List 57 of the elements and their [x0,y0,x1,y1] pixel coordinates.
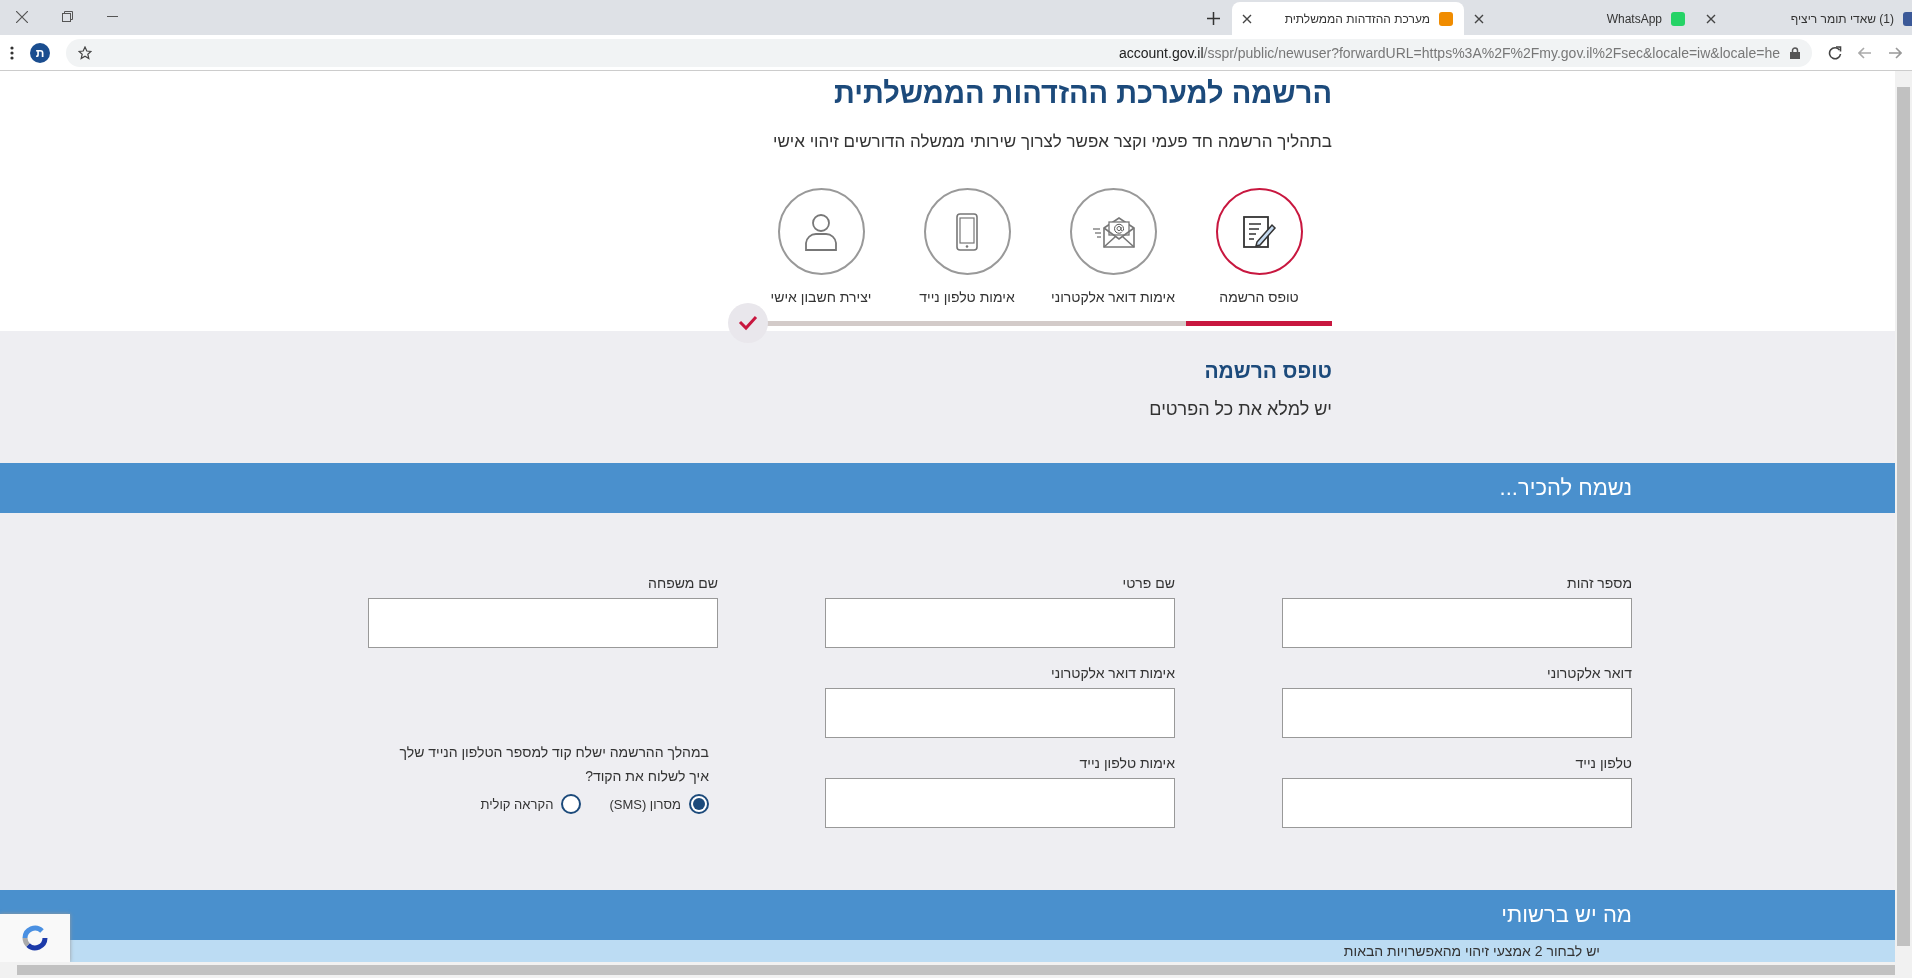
section-title: מה יש ברשותי [1501,902,1632,928]
document-pencil-icon [1241,213,1277,250]
profile-avatar[interactable]: ת [30,42,50,63]
page-title: הרשמה למערכת ההזדהות הממשלתית [834,77,1332,110]
step-label: אימות טלפון נייד [919,289,1015,305]
close-icon[interactable] [1706,13,1716,24]
lock-icon [1790,46,1800,59]
section-title: נשמח להכיר... [1499,475,1632,501]
form-subtitle: יש למלא את כל הפרטים [1149,399,1332,420]
new-tab-icon[interactable] [1207,12,1220,25]
close-icon[interactable] [1474,13,1484,24]
form-title: טופס הרשמה [1203,359,1332,383]
favicon-icon [1438,10,1454,27]
star-icon[interactable] [78,45,92,60]
close-icon[interactable] [1242,13,1252,24]
step-label: אימות דואר אלקטרוני [1051,289,1175,305]
menu-icon[interactable] [10,45,14,60]
radio-label: מסרון (SMS) [609,796,681,812]
input-field[interactable] [825,778,1175,828]
circular-arrows-icon [20,923,50,953]
page-subtitle: בתהליך הרשמה חד פעמי וקצר אפשר לצרוך שירותי ממשלה הדורשים זיהוי אישי [773,132,1332,152]
mobile-phone-icon [956,212,978,251]
input-field[interactable] [825,598,1175,648]
envelope-icon [1091,214,1135,249]
browser-tab[interactable]: מערכת ההזדהות הממשלתית [1232,2,1464,35]
code-note: במהלך ההרשמה ישלח קוד למספר הטלפון הנייד שלך [398,744,709,760]
field-label: טלפון נייד [1574,755,1632,771]
radio-button[interactable] [689,794,709,814]
address-field[interactable]: account.gov.il/sspr/public/newuser?forwardURL=https%3A%2F%2Fmy.gov.il%2Fsec&locale=iw&locale=he [66,38,1812,67]
field-label: אימות דואר אלקטרוני [1050,665,1175,681]
input-field[interactable] [1282,778,1632,828]
horizontal-scrollbar[interactable] [0,962,1912,978]
field-label: מספר זהות [1566,575,1632,591]
close-icon[interactable] [16,11,28,23]
field-label: אימות טלפון נייד [1078,755,1175,771]
restore-icon[interactable] [62,11,73,22]
vertical-scrollbar[interactable] [1895,71,1912,962]
input-field[interactable] [1282,688,1632,738]
field-label: דואר אלקטרוני [1546,665,1632,681]
input-field[interactable] [825,688,1175,738]
radio-label: הקראה קולית [480,796,554,812]
reload-icon[interactable] [1828,45,1842,60]
user-icon [804,212,838,251]
checkmark-icon [728,303,768,343]
radio-button[interactable] [561,794,582,814]
forward-arrow-icon[interactable] [1888,45,1902,60]
browser-tab[interactable]: WhatsApp [1464,2,1696,35]
field-label: שם משפחה [647,575,718,591]
step-label: יצירת חשבון אישי [770,289,872,305]
browser-tab[interactable]: (1) שאדי תומר ריציף [1696,2,1912,35]
favicon-icon [1670,10,1686,27]
input-field[interactable] [1282,598,1632,648]
field-label: שם פרטי [1121,575,1175,591]
code-question: איך לשלוח את הקוד? [584,768,709,784]
info-text: יש לבחור 2 אמצעי זיהוי מהאפשרויות הבאות [1343,943,1600,959]
input-field[interactable] [368,598,718,648]
step-label: טופס הרשמה [1219,289,1299,305]
